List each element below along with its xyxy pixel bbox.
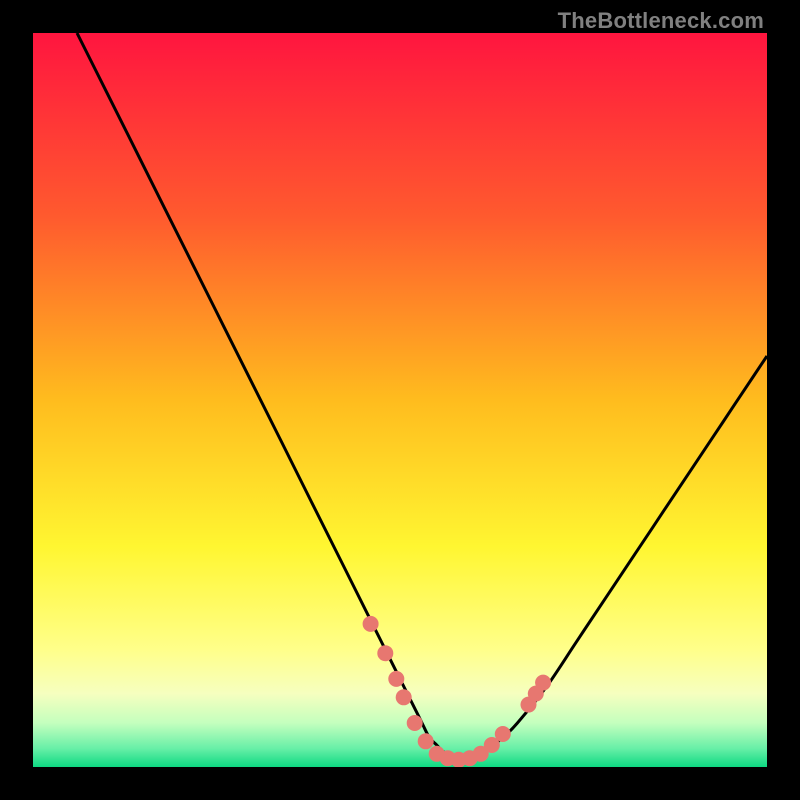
curve-marker	[407, 715, 423, 731]
chart-frame: TheBottleneck.com	[0, 0, 800, 800]
curve-marker	[535, 675, 551, 691]
plot-area	[33, 33, 767, 767]
curve-marker	[363, 616, 379, 632]
curve-layer	[33, 33, 767, 767]
curve-marker	[495, 726, 511, 742]
curve-marker	[377, 645, 393, 661]
watermark-text: TheBottleneck.com	[558, 8, 764, 34]
curve-marker	[418, 733, 434, 749]
curve-marker	[396, 689, 412, 705]
bottleneck-curve	[77, 33, 767, 758]
marker-group	[363, 616, 551, 767]
curve-marker	[388, 671, 404, 687]
